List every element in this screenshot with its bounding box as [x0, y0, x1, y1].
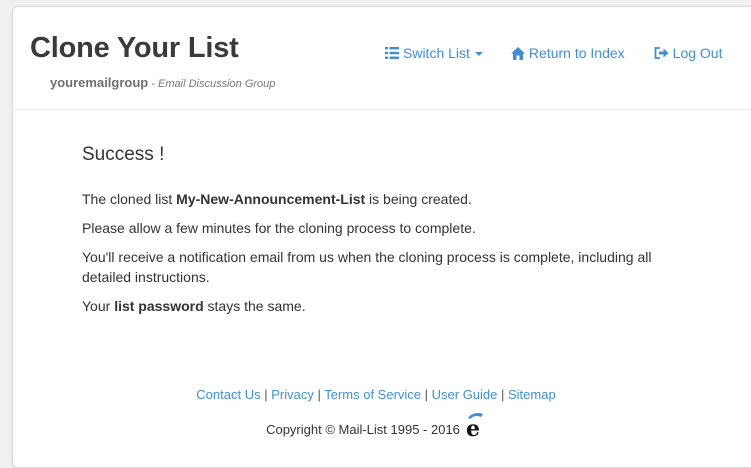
logout-icon: [654, 47, 669, 59]
sitemap-link[interactable]: Sitemap: [508, 387, 556, 402]
copyright-text: Copyright © Mail-List 1995 - 2016: [266, 422, 460, 437]
group-subtitle: youremailgroup - Email Discussion Group: [50, 75, 275, 92]
notification-message: You'll receive a notification email from…: [82, 249, 652, 285]
cloned-list-name: My-New-Announcement-List: [176, 191, 366, 207]
separator: |: [421, 387, 432, 402]
switch-list-label: Switch List: [403, 45, 470, 61]
user-guide-link[interactable]: User Guide: [432, 387, 498, 402]
message-text: The cloned list: [82, 191, 177, 207]
log-out-label: Log Out: [672, 45, 723, 61]
list-icon: [385, 47, 399, 59]
separator: |: [497, 387, 508, 402]
page-title: Clone Your List: [30, 32, 239, 64]
separator: |: [313, 387, 325, 402]
page-header: Clone Your List youremailgroup - Email D…: [13, 7, 751, 110]
footer-links: Contact Us | Privacy | Terms of Service …: [13, 387, 739, 402]
cloned-list-message: The cloned list My-New-Announcement-List…: [82, 189, 682, 209]
wait-message: Please allow a few minutes for the cloni…: [82, 220, 476, 236]
main-panel: Clone Your List youremailgroup - Email D…: [12, 6, 751, 468]
svg-text:e: e: [466, 416, 480, 437]
header-nav: Switch List Return to Index Log Out: [385, 45, 722, 61]
group-description: - Email Discussion Group: [148, 78, 276, 90]
return-to-index-link[interactable]: Return to Index: [510, 45, 625, 61]
password-message: Your list password stays the same.: [82, 296, 682, 316]
return-to-index-label: Return to Index: [528, 45, 625, 61]
group-name: youremailgroup: [50, 75, 149, 90]
page-footer: Contact Us | Privacy | Terms of Service …: [13, 387, 739, 437]
contact-us-link[interactable]: Contact Us: [196, 387, 260, 402]
separator: |: [260, 387, 272, 402]
copyright: Copyright © Mail-List 1995 - 2016 e: [266, 411, 486, 437]
list-password-label: list password: [114, 298, 204, 314]
main-content: Success ! The cloned list My-New-Announc…: [82, 143, 682, 325]
switch-list-button[interactable]: Switch List: [385, 45, 483, 61]
message-text: Your: [82, 298, 115, 314]
privacy-link[interactable]: Privacy: [271, 387, 314, 402]
log-out-link[interactable]: Log Out: [654, 45, 723, 61]
e-logo-icon: e: [466, 413, 483, 437]
success-heading: Success !: [82, 144, 165, 165]
terms-of-service-link[interactable]: Terms of Service: [324, 387, 421, 402]
message-text: is being created.: [365, 191, 472, 207]
home-icon: [510, 46, 525, 60]
message-text: stays the same.: [203, 298, 306, 314]
chevron-down-icon: [474, 52, 483, 56]
